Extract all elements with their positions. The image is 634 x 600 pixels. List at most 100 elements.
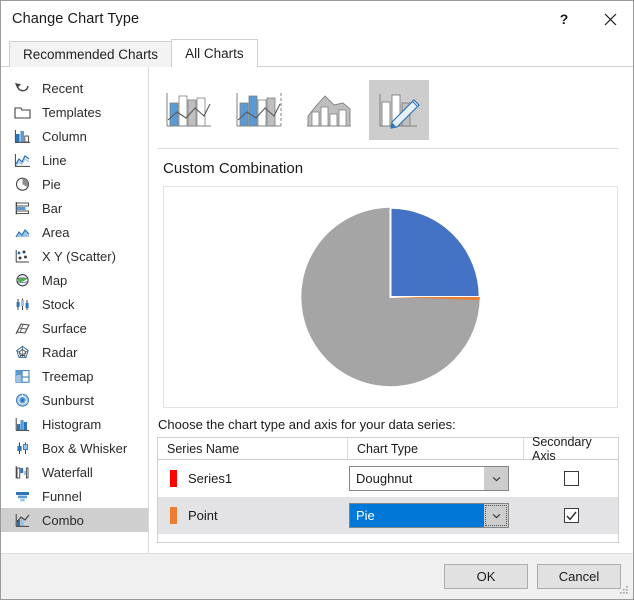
series-name-label: Series1 [188,471,233,486]
sidebar-item-histogram[interactable]: Histogram [1,412,148,436]
chart-type-dropdown-series1[interactable]: Doughnut [349,466,509,491]
sidebar-item-label: Treemap [42,368,94,384]
templates-icon [11,103,33,121]
tab-label: Recommended Charts [23,47,159,62]
chart-options-pane: Custom Combination Choose the chart type… [149,67,633,553]
sidebar-item-templates[interactable]: Templates [1,100,148,124]
sidebar-item-label: Funnel [42,488,82,504]
custom-combination-icon [379,94,420,129]
sidebar-item-label: Sunburst [42,392,95,408]
sidebar-item-map[interactable]: Map [1,268,148,292]
title-bar: Change Chart Type ? [1,1,633,37]
chevron-down-icon[interactable] [484,504,508,527]
sidebar-item-surface[interactable]: Surface [1,316,148,340]
sidebar-item-label: Radar [42,344,78,360]
recent-icon [11,79,33,97]
sidebar-item-bar[interactable]: Bar [1,196,148,220]
sidebar-item-recent[interactable]: Recent [1,76,148,100]
dialog-body: Recent Templates Column Line Pie Bar Are… [1,67,633,553]
series-color-swatch [170,470,177,487]
treemap-icon [11,367,33,385]
thumbnail-clustered-column-line-secondary[interactable] [229,80,289,140]
sidebar-item-label: Waterfall [42,464,93,480]
sidebar-item-area[interactable]: Area [1,220,148,244]
page-title: Change Chart Type [12,11,140,27]
chart-subtype-gallery [157,76,619,149]
ok-button[interactable]: OK [444,564,528,589]
line-icon [11,151,33,169]
sidebar-item-treemap[interactable]: Treemap [1,364,148,388]
sidebar-item-label: Histogram [42,416,102,432]
sidebar-item-label: Recent [42,80,84,96]
sidebar-item-xy-scatter[interactable]: X Y (Scatter) [1,244,148,268]
surface-icon [11,319,33,337]
help-button[interactable]: ? [541,1,587,37]
thumbnail-custom-combination[interactable] [369,80,429,140]
window-controls: ? [541,1,633,37]
chart-type-cell: Doughnut [348,466,524,491]
table-row[interactable]: Point Pie [158,497,618,534]
histogram-icon [11,415,33,433]
chart-type-value: Doughnut [356,471,413,486]
sidebar-item-stock[interactable]: Stock [1,292,148,316]
pie-slice-blue [389,206,481,298]
dialog-footer: OK Cancel [1,553,633,599]
tab-all-charts[interactable]: All Charts [171,39,258,68]
funnel-icon [11,487,33,505]
secondary-axis-checkbox-series1[interactable] [563,471,579,486]
sidebar-item-label: Bar [42,200,63,216]
sidebar-item-label: Combo [42,512,84,528]
sidebar-item-label: Surface [42,320,87,336]
chart-type-dropdown-point[interactable]: Pie [349,503,509,528]
series-name-label: Point [188,508,218,523]
waterfall-icon [11,463,33,481]
sidebar-item-sunburst[interactable]: Sunburst [1,388,148,412]
scatter-icon [11,247,33,265]
sidebar-item-label: Column [42,128,87,144]
clustered-column-line-secondary-icon [236,93,282,127]
tab-strip: Recommended Charts All Charts [1,37,633,68]
series-name-cell: Point [158,507,348,524]
cancel-button[interactable]: Cancel [537,564,621,589]
close-button[interactable] [587,1,633,37]
sidebar-item-label: Templates [42,104,102,120]
sidebar-item-pie[interactable]: Pie [1,172,148,196]
combo-icon [11,511,33,529]
secondary-axis-cell [524,508,618,523]
sidebar-item-waterfall[interactable]: Waterfall [1,460,148,484]
sidebar-item-radar[interactable]: Radar [1,340,148,364]
sidebar-item-combo[interactable]: Combo [1,508,148,532]
area-icon [11,223,33,241]
secondary-axis-checkbox-point[interactable] [563,508,579,523]
sidebar-item-box-whisker[interactable]: Box & Whisker [1,436,148,460]
sidebar-item-label: Area [42,224,70,240]
resize-grip-icon[interactable] [618,584,630,596]
thumbnail-stacked-area-clustered-column[interactable] [299,80,359,140]
chart-type-value: Pie [350,504,484,527]
pie-icon [11,175,33,193]
chart-preview [163,186,618,408]
question-mark-icon: ? [559,11,569,27]
change-chart-type-dialog: Change Chart Type ? Recommended Charts A… [0,0,634,600]
sidebar-item-funnel[interactable]: Funnel [1,484,148,508]
series-grid-header: Series Name Chart Type Secondary Axis [158,435,618,463]
checkmark-icon [565,511,577,520]
radar-icon [11,343,33,361]
chevron-down-icon[interactable] [484,467,508,490]
clustered-column-line-icon [166,93,211,127]
column-header-series-name: Series Name [158,438,348,459]
pie-chart-preview [301,206,481,387]
thumbnail-clustered-column-line[interactable] [159,80,219,140]
sidebar-item-label: Line [42,152,67,168]
choose-series-label: Choose the chart type and axis for your … [158,417,456,432]
chart-category-sidebar[interactable]: Recent Templates Column Line Pie Bar Are… [1,67,149,553]
secondary-axis-cell [524,471,618,486]
sidebar-item-label: X Y (Scatter) [42,248,116,264]
sidebar-item-line[interactable]: Line [1,148,148,172]
tab-label: All Charts [185,46,244,61]
table-row[interactable]: Series1 Doughnut [158,460,618,497]
tab-recommended-charts[interactable]: Recommended Charts [9,41,173,67]
series-name-cell: Series1 [158,470,348,487]
stock-icon [11,295,33,313]
sidebar-item-column[interactable]: Column [1,124,148,148]
